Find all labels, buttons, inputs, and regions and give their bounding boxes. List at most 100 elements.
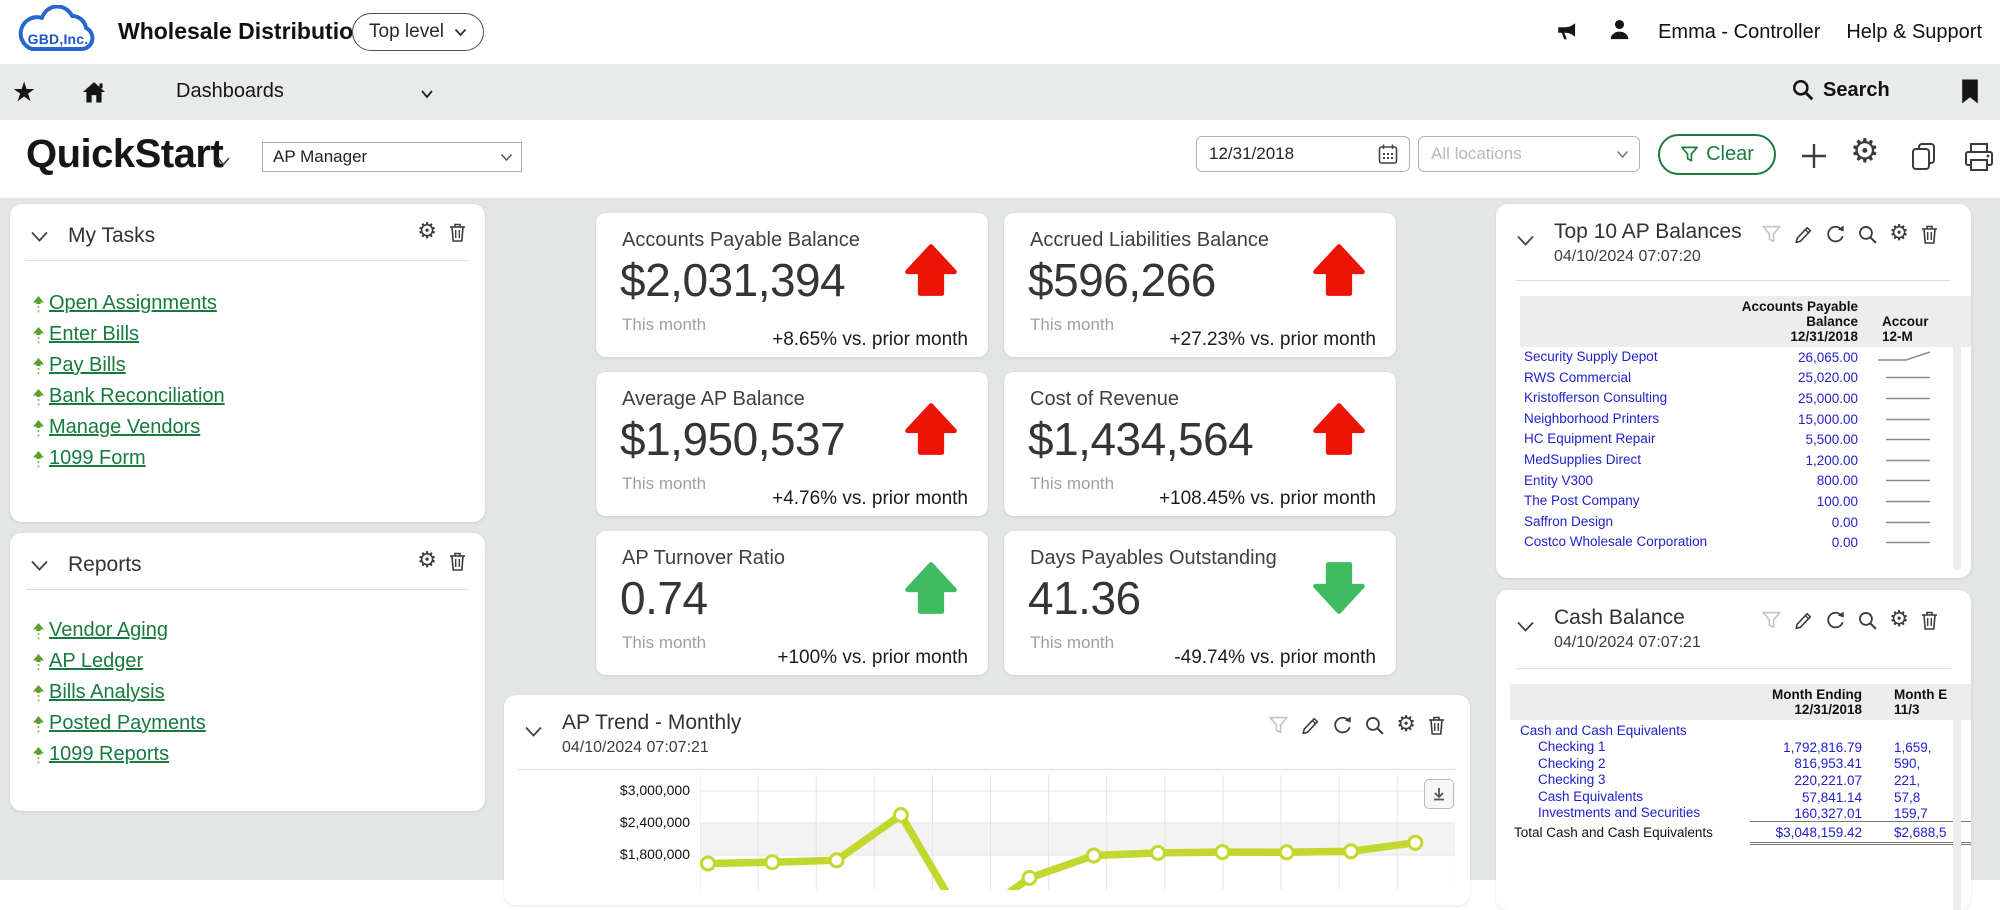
refresh-icon[interactable]	[1825, 610, 1846, 636]
collapse-chevron-icon[interactable]	[1516, 620, 1535, 638]
chevron-down-icon[interactable]	[420, 86, 434, 104]
trash-icon[interactable]	[1920, 610, 1939, 636]
table-row: Security Supply Depot 26,065.00	[1520, 347, 1971, 368]
gear-icon[interactable]: ⚙	[1889, 609, 1909, 636]
vendor-link[interactable]: Kristofferson Consulting	[1520, 388, 1740, 409]
add-widget-icon[interactable]	[1798, 140, 1830, 177]
vendor-link[interactable]: Costco Wholesale Corporation	[1520, 532, 1740, 553]
collapse-chevron-icon[interactable]	[1516, 234, 1535, 252]
pencil-icon[interactable]	[1793, 224, 1814, 250]
vendor-link[interactable]: MedSupplies Direct	[1520, 450, 1740, 471]
trash-icon[interactable]	[448, 551, 467, 577]
copy-icon[interactable]	[1908, 140, 1940, 179]
collapse-chevron-icon[interactable]	[30, 559, 49, 577]
group-row-label[interactable]: Cash and Cash Equivalents	[1510, 720, 1971, 739]
account-link[interactable]: Investments and Securities	[1510, 805, 1750, 822]
reports-link-1[interactable]: AP Ledger	[49, 650, 143, 673]
trend-chart	[700, 775, 1455, 890]
home-icon[interactable]	[80, 78, 108, 111]
refresh-icon[interactable]	[1825, 224, 1846, 250]
tasks-link-0[interactable]: Open Assignments	[49, 292, 217, 315]
account-link[interactable]: Cash Equivalents	[1510, 789, 1750, 806]
filter-icon[interactable]	[1761, 610, 1782, 636]
scrollbar[interactable]	[1953, 686, 1961, 910]
org-selector[interactable]: Top level	[352, 13, 484, 51]
location-placeholder: All locations	[1431, 144, 1522, 163]
account-link[interactable]: Checking 3	[1510, 772, 1750, 789]
print-icon[interactable]	[1962, 140, 1996, 179]
kpi-value: $2,031,394	[620, 254, 846, 306]
user-icon[interactable]	[1607, 17, 1632, 47]
up-arrow-icon	[33, 685, 44, 703]
dashboard-select[interactable]: AP Manager	[262, 142, 522, 172]
total-value: $3,048,159.42	[1750, 821, 1862, 846]
tasks-link-1[interactable]: Enter Bills	[49, 323, 139, 346]
filter-icon[interactable]	[1268, 715, 1289, 741]
title-caret-icon[interactable]	[216, 154, 231, 172]
account-link[interactable]: Checking 1	[1510, 739, 1750, 756]
vendor-link[interactable]: Neighborhood Printers	[1520, 409, 1740, 430]
ap-trend-panel: AP Trend - Monthly 04/10/2024 07:07:21 ⚙…	[504, 695, 1470, 905]
vendor-link[interactable]: RWS Commercial	[1520, 368, 1740, 389]
kpi-period: This month	[1030, 474, 1115, 493]
reports-link-3[interactable]: Posted Payments	[49, 712, 206, 735]
search-icon[interactable]	[1857, 224, 1878, 250]
settings-gear-icon[interactable]: ⚙	[1850, 131, 1880, 170]
account-link[interactable]: Checking 2	[1510, 756, 1750, 773]
tasks-list-item: Enter Bills	[32, 323, 225, 354]
up-arrow-icon	[33, 358, 44, 376]
scrollbar[interactable]	[1953, 300, 1961, 570]
collapse-chevron-icon[interactable]	[30, 230, 49, 248]
column-header[interactable]: Accounts Payable Balance 12/31/2018	[1740, 296, 1858, 347]
kpi-period: This month	[1030, 315, 1115, 334]
widget-toolbar: ⚙	[1761, 223, 1939, 250]
search-icon[interactable]	[1364, 715, 1385, 741]
tasks-link-5[interactable]: 1099 Form	[49, 447, 146, 470]
user-menu[interactable]: Emma - Controller	[1658, 21, 1820, 44]
table-row: Cash Equivalents 57,841.14 57,8	[1510, 789, 1971, 806]
refresh-icon[interactable]	[1332, 715, 1353, 741]
calendar-icon[interactable]	[1377, 143, 1399, 166]
location-filter-select[interactable]: All locations	[1418, 136, 1640, 172]
reports-link-4[interactable]: 1099 Reports	[49, 743, 169, 766]
vendor-link[interactable]: Entity V300	[1520, 471, 1740, 492]
ap-balance-value: 15,000.00	[1797, 411, 1858, 427]
tasks-link-2[interactable]: Pay Bills	[49, 354, 126, 377]
trash-icon[interactable]	[448, 222, 467, 248]
reports-link-2[interactable]: Bills Analysis	[49, 681, 165, 704]
collapse-chevron-icon[interactable]	[524, 725, 543, 743]
gear-icon[interactable]: ⚙	[417, 550, 437, 577]
nav-menu-dashboards[interactable]: Dashboards	[176, 80, 284, 103]
filter-icon[interactable]	[1761, 224, 1782, 250]
date-filter-input[interactable]: 12/31/2018	[1196, 136, 1410, 172]
download-chart-icon[interactable]	[1424, 779, 1454, 809]
company-logo[interactable]: GBD,Inc.	[10, 4, 106, 59]
trash-icon[interactable]	[1920, 224, 1939, 250]
gear-icon[interactable]: ⚙	[417, 221, 437, 248]
vendor-link[interactable]: HC Equipment Repair	[1520, 429, 1740, 450]
announcements-icon[interactable]	[1555, 17, 1581, 48]
pencil-icon[interactable]	[1300, 715, 1321, 741]
search-icon[interactable]	[1857, 610, 1878, 636]
caret-down-icon	[454, 28, 467, 36]
gear-icon[interactable]: ⚙	[1396, 714, 1416, 741]
vendor-link[interactable]: Security Supply Depot	[1520, 347, 1740, 368]
pencil-icon[interactable]	[1793, 610, 1814, 636]
panel-title: Cash Balance	[1554, 606, 1685, 629]
tasks-link-4[interactable]: Manage Vendors	[49, 416, 200, 439]
trash-icon[interactable]	[1427, 715, 1446, 741]
favorites-star-icon[interactable]: ★	[12, 78, 36, 106]
panel-title: Top 10 AP Balances	[1554, 220, 1742, 243]
gear-icon[interactable]: ⚙	[1889, 223, 1909, 250]
reports-link-0[interactable]: Vendor Aging	[49, 619, 168, 642]
search-button[interactable]: Search	[1791, 78, 1890, 102]
column-header[interactable]: Month Ending 12/31/2018	[1750, 684, 1862, 720]
bookmark-icon[interactable]	[1958, 77, 1982, 111]
tasks-list-item: 1099 Form	[32, 447, 225, 478]
vendor-link[interactable]: Saffron Design	[1520, 512, 1740, 533]
vendor-link[interactable]: The Post Company	[1520, 491, 1740, 512]
table-row: HC Equipment Repair 5,500.00	[1520, 429, 1971, 450]
help-support-link[interactable]: Help & Support	[1846, 21, 1982, 44]
tasks-link-3[interactable]: Bank Reconciliation	[49, 385, 225, 408]
clear-filters-button[interactable]: Clear	[1658, 134, 1776, 175]
